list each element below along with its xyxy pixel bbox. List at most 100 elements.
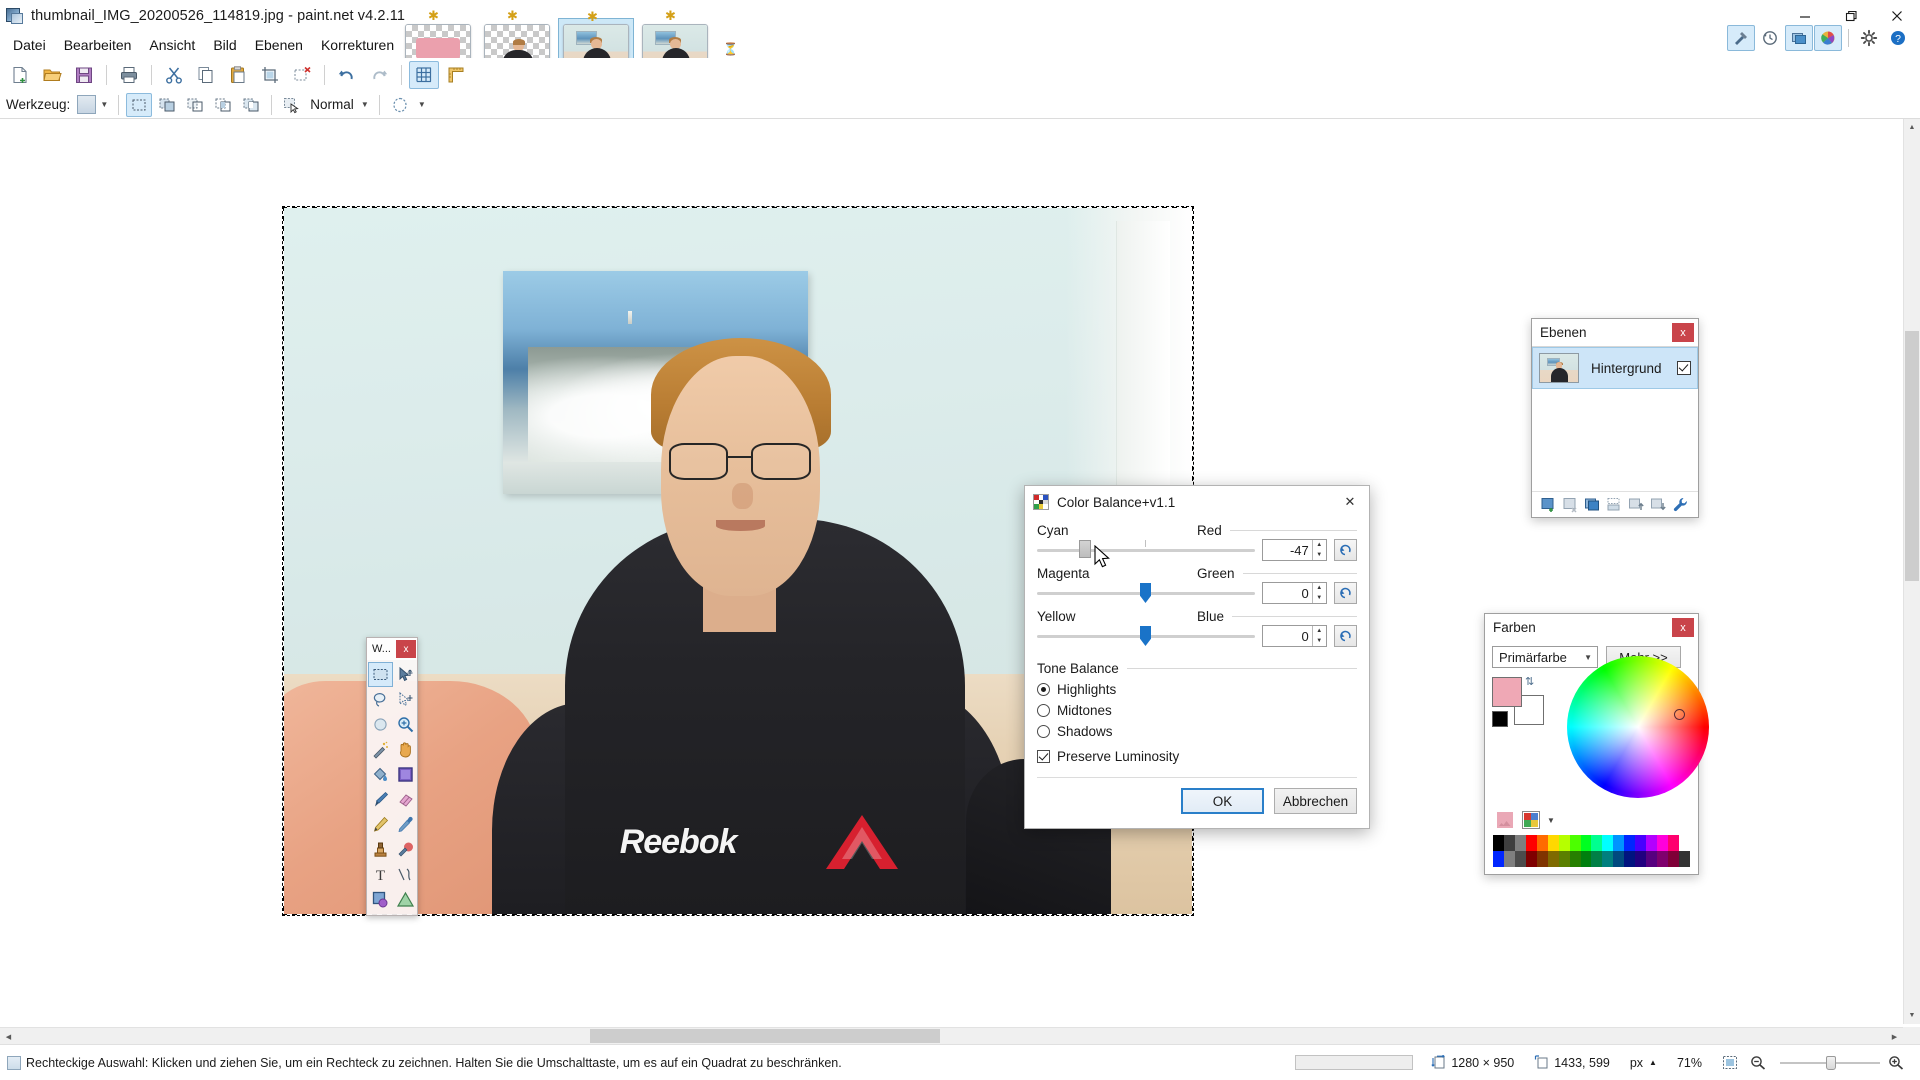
color-wheel[interactable] [1567,656,1709,798]
dialog-titlebar[interactable]: Color Balance+v1.1 ✕ [1025,486,1369,518]
colors-panel-close-button[interactable]: x [1672,618,1694,637]
magenta-green-spin-down[interactable]: ▼ [1313,593,1326,603]
yellow-blue-slider-thumb[interactable] [1140,626,1151,646]
magenta-green-slider[interactable] [1037,582,1255,604]
palette-strip[interactable] [1493,835,1690,867]
menu-bearbeiten[interactable]: Bearbeiten [55,33,141,57]
layers-panel[interactable]: Ebenen x Hintergrund [1531,318,1699,518]
settings-button[interactable] [1855,25,1883,51]
cyan-red-reset-button[interactable] [1333,539,1357,561]
yellow-blue-spin-up[interactable]: ▲ [1313,626,1326,636]
tool-ellipse-select[interactable] [368,712,393,737]
tools-palette-close-button[interactable]: x [396,640,416,658]
selection-xor[interactable] [238,93,264,117]
zoom-out-button[interactable] [1750,1055,1770,1070]
cyan-red-spin-down[interactable]: ▼ [1313,550,1326,560]
yellow-blue-reset-button[interactable] [1333,625,1357,647]
wrench-icon[interactable] [1670,495,1690,515]
tool-rectangle-shape[interactable] [368,887,393,912]
magenta-green-slider-thumb[interactable] [1140,583,1151,603]
tool-gradient[interactable] [393,762,418,787]
chevron-up-icon[interactable]: ▲ [1649,1058,1657,1067]
cyan-red-spin-up[interactable]: ▲ [1313,540,1326,550]
help-button[interactable]: ? [1884,25,1912,51]
cyan-red-slider[interactable] [1037,539,1255,561]
radio-shadows[interactable]: Shadows [1037,724,1357,739]
swap-colors-icon[interactable]: ⇅ [1525,675,1534,688]
tools-window-toggle[interactable] [1727,25,1755,51]
colors-panel[interactable]: Farben x Primärfarbe ▼ Mehr >> ⇅ [1484,613,1709,875]
magenta-green-reset-button[interactable] [1333,582,1357,604]
menu-korrekturen[interactable]: Korrekturen [312,33,403,57]
yellow-blue-spinner[interactable]: ▲ ▼ [1261,625,1327,647]
vertical-scrollbar[interactable]: ▲ ▼ [1903,119,1920,1024]
radio-highlights[interactable]: Highlights [1037,682,1357,697]
tools-palette-titlebar[interactable]: W... x [367,638,417,660]
canvas-area[interactable]: Reebok W... x T Color Balance+v1.1 ✕ Cya… [0,119,1920,1024]
layers-window-toggle[interactable] [1785,25,1813,51]
scroll-left-icon[interactable]: ◀ [0,1028,17,1045]
layer-row-hintergrund[interactable]: Hintergrund [1532,347,1698,389]
tool-shapes[interactable] [393,887,418,912]
horizontal-scrollbar[interactable]: ◀ ▶ [0,1027,1903,1044]
vertical-scrollbar-thumb[interactable] [1905,331,1919,581]
yellow-blue-spin-down[interactable]: ▼ [1313,636,1326,646]
tool-text[interactable]: T [368,862,393,887]
color-wheel-icon[interactable] [1521,810,1541,830]
menu-ansicht[interactable]: Ansicht [140,33,204,57]
cyan-red-spinner[interactable]: ▲ ▼ [1261,539,1327,561]
preserve-luminosity-checkbox[interactable]: Preserve Luminosity [1037,749,1357,764]
tool-move-selected[interactable] [393,662,418,687]
color-mode-select[interactable]: Primärfarbe ▼ [1492,646,1598,668]
floppy-save-icon[interactable] [69,61,99,89]
cyan-red-value[interactable] [1262,540,1312,560]
redo-arrow-icon[interactable] [364,61,394,89]
horizontal-scrollbar-thumb[interactable] [590,1029,940,1043]
copy-icon[interactable] [191,61,221,89]
reset-colors-icon[interactable] [1492,711,1508,727]
color-balance-dialog[interactable]: Color Balance+v1.1 ✕ Cyan Red -47 ▲ ▼ Ma… [1024,485,1370,829]
zoom-slider-thumb[interactable] [1826,1055,1836,1070]
colors-panel-titlebar[interactable]: Farben x [1485,614,1698,641]
menu-ebenen[interactable]: Ebenen [246,33,312,57]
tool-recolor[interactable] [393,837,418,862]
units-status[interactable]: px ▲ [1630,1056,1657,1070]
colors-window-toggle[interactable] [1814,25,1842,51]
cursor-select-icon[interactable] [279,93,305,117]
menu-bild[interactable]: Bild [204,33,245,57]
selection-replace[interactable] [126,92,153,117]
magenta-green-spinner[interactable]: ▲ ▼ [1261,582,1327,604]
selection-union[interactable] [154,93,180,117]
tool-color-picker[interactable] [393,812,418,837]
antialias-blob-icon[interactable] [387,93,413,117]
zoom-in-button[interactable] [1888,1055,1908,1070]
scroll-down-icon[interactable]: ▼ [1904,1007,1920,1024]
radio-midtones[interactable]: Midtones [1037,703,1357,718]
magenta-green-value[interactable] [1262,583,1312,603]
chevron-down-icon[interactable]: ▼ [96,100,112,109]
tool-move-selection[interactable] [393,687,418,712]
selection-intersect[interactable] [210,93,236,117]
tool-paintbrush[interactable] [368,787,393,812]
current-tool-swatch[interactable] [77,95,97,114]
cancel-button[interactable]: Abbrechen [1274,788,1357,814]
ok-button[interactable]: OK [1181,788,1264,814]
delete-layer-button[interactable] [1560,495,1580,515]
merge-layer-button[interactable] [1604,495,1624,515]
tool-pan[interactable] [393,737,418,762]
crop-icon[interactable] [255,61,285,89]
cyan-red-slider-thumb[interactable] [1079,540,1091,558]
layers-panel-close-button[interactable]: x [1672,323,1694,342]
close-tab-icon[interactable]: ⏳ [723,42,738,56]
chevron-down-icon[interactable]: ▼ [1547,816,1555,825]
layer-visibility-checkbox[interactable] [1677,361,1691,375]
new-file-icon[interactable] [5,61,35,89]
undo-arrow-icon[interactable] [332,61,362,89]
move-layer-down-button[interactable] [1648,495,1668,515]
tool-paint-bucket[interactable] [368,762,393,787]
tool-clone-stamp[interactable] [368,837,393,862]
tool-magic-wand[interactable] [368,737,393,762]
yellow-blue-value[interactable] [1262,626,1312,646]
yellow-blue-slider[interactable] [1037,625,1255,647]
primary-color-swatch[interactable] [1492,677,1522,707]
